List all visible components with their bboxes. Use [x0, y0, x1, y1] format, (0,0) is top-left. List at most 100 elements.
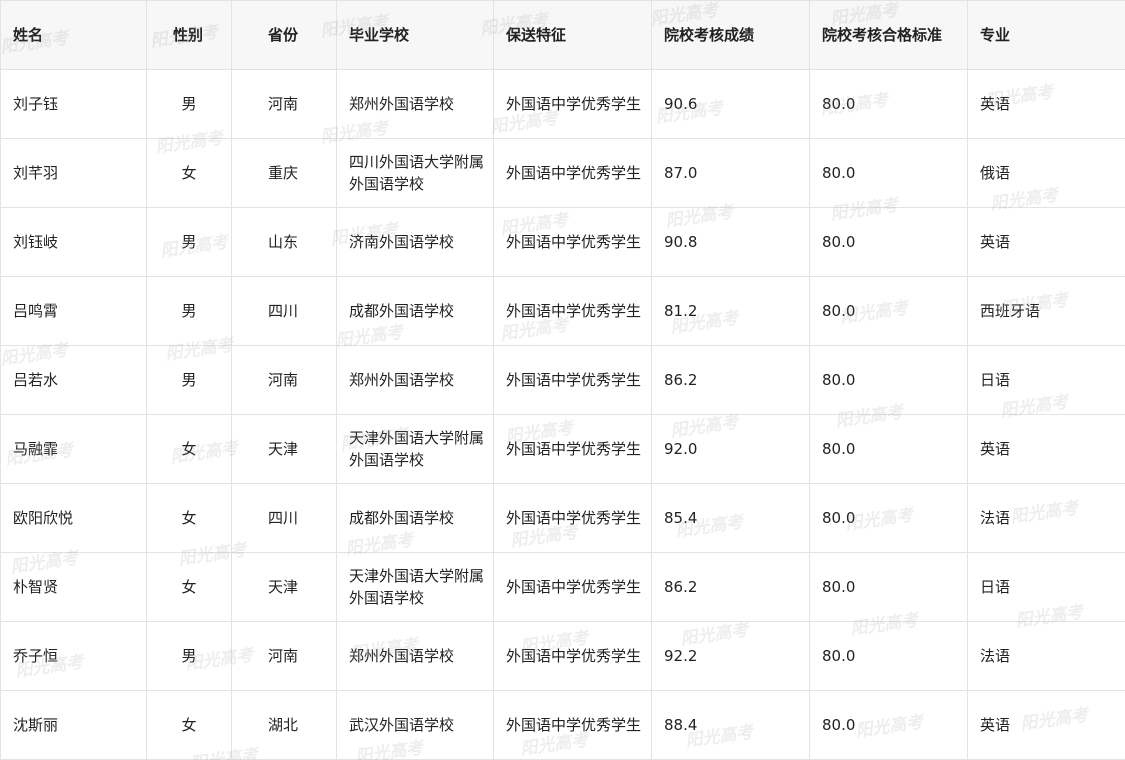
header-name: 姓名 [0, 0, 147, 70]
table-row: 吕若水男河南 郑州外国语学校 外国语中学优秀学生 86.2 80.0 日语 [0, 345, 1125, 415]
cell-feature: 外国语中学优秀学生 [493, 207, 652, 277]
header-major: 专业 [967, 0, 1125, 70]
cell-feature: 外国语中学优秀学生 [493, 69, 652, 139]
cell-name: 沈斯丽 [0, 690, 147, 760]
cell-gender: 女 [146, 483, 232, 553]
cell-feature: 外国语中学优秀学生 [493, 621, 652, 691]
cell-feature: 外国语中学优秀学生 [493, 138, 652, 208]
cell-province: 河南 [231, 345, 337, 415]
table-row: 吕鸣霄男四川 成都外国语学校 外国语中学优秀学生 81.2 80.0 西班牙语 [0, 276, 1125, 346]
cell-major: 法语 [967, 483, 1125, 553]
table-row: 朴智贤女天津 天津外国语大学附属外国语学校 外国语中学优秀学生 86.2 80.0 日语 [0, 552, 1125, 622]
cell-school: 天津外国语大学附属外国语学校 [336, 414, 494, 484]
cell-school: 四川外国语大学附属外国语学校 [336, 138, 494, 208]
cell-school: 郑州外国语学校 [336, 345, 494, 415]
header-gender: 性别 [146, 0, 232, 70]
cell-score: 86.2 [651, 552, 810, 622]
cell-pass-standard: 80.0 [809, 207, 968, 277]
cell-score: 88.4 [651, 690, 810, 760]
cell-school: 郑州外国语学校 [336, 621, 494, 691]
cell-province: 山东 [231, 207, 337, 277]
cell-score: 92.0 [651, 414, 810, 484]
cell-name: 朴智贤 [0, 552, 147, 622]
cell-score: 86.2 [651, 345, 810, 415]
cell-gender: 女 [146, 552, 232, 622]
header-pass-standard: 院校考核合格标准 [809, 0, 968, 70]
cell-school: 济南外国语学校 [336, 207, 494, 277]
cell-name: 乔子恒 [0, 621, 147, 691]
cell-name: 吕若水 [0, 345, 147, 415]
cell-name: 马融霏 [0, 414, 147, 484]
cell-feature: 外国语中学优秀学生 [493, 483, 652, 553]
table-row: 欧阳欣悦女四川 成都外国语学校 外国语中学优秀学生 85.4 80.0 法语 [0, 483, 1125, 553]
header-row: 姓名 性别 省份 毕业学校 保送特征 院校考核成绩 院校考核合格标准 专业 [0, 0, 1125, 70]
cell-province: 湖北 [231, 690, 337, 760]
cell-name: 吕鸣霄 [0, 276, 147, 346]
table-row: 刘钰岐男山东 济南外国语学校 外国语中学优秀学生 90.8 80.0 英语 [0, 207, 1125, 277]
cell-score: 87.0 [651, 138, 810, 208]
cell-gender: 男 [146, 207, 232, 277]
cell-province: 重庆 [231, 138, 337, 208]
cell-pass-standard: 80.0 [809, 621, 968, 691]
cell-major: 法语 [967, 621, 1125, 691]
cell-major: 英语 [967, 690, 1125, 760]
cell-pass-standard: 80.0 [809, 69, 968, 139]
cell-province: 天津 [231, 414, 337, 484]
cell-gender: 男 [146, 69, 232, 139]
cell-major: 西班牙语 [967, 276, 1125, 346]
cell-score: 90.8 [651, 207, 810, 277]
cell-pass-standard: 80.0 [809, 414, 968, 484]
cell-province: 四川 [231, 483, 337, 553]
cell-major: 英语 [967, 69, 1125, 139]
cell-pass-standard: 80.0 [809, 276, 968, 346]
table-row: 沈斯丽女湖北 武汉外国语学校 外国语中学优秀学生 88.4 80.0 英语 [0, 690, 1125, 760]
cell-school: 郑州外国语学校 [336, 69, 494, 139]
table-row: 刘子钰男河南 郑州外国语学校 外国语中学优秀学生 90.6 80.0 英语 [0, 69, 1125, 139]
cell-gender: 男 [146, 345, 232, 415]
table-row: 乔子恒男河南 郑州外国语学校 外国语中学优秀学生 92.2 80.0 法语 [0, 621, 1125, 691]
cell-gender: 男 [146, 276, 232, 346]
cell-major: 俄语 [967, 138, 1125, 208]
cell-gender: 女 [146, 138, 232, 208]
cell-score: 85.4 [651, 483, 810, 553]
cell-major: 日语 [967, 552, 1125, 622]
cell-feature: 外国语中学优秀学生 [493, 345, 652, 415]
cell-school: 成都外国语学校 [336, 483, 494, 553]
cell-major: 日语 [967, 345, 1125, 415]
admission-table: 姓名 性别 省份 毕业学校 保送特征 院校考核成绩 院校考核合格标准 专业 刘子… [0, 0, 1125, 760]
cell-province: 天津 [231, 552, 337, 622]
cell-name: 刘钰岐 [0, 207, 147, 277]
cell-score: 81.2 [651, 276, 810, 346]
cell-school: 天津外国语大学附属外国语学校 [336, 552, 494, 622]
cell-pass-standard: 80.0 [809, 138, 968, 208]
cell-score: 92.2 [651, 621, 810, 691]
cell-pass-standard: 80.0 [809, 552, 968, 622]
cell-feature: 外国语中学优秀学生 [493, 276, 652, 346]
cell-province: 河南 [231, 69, 337, 139]
cell-score: 90.6 [651, 69, 810, 139]
cell-major: 英语 [967, 414, 1125, 484]
cell-gender: 女 [146, 414, 232, 484]
header-score: 院校考核成绩 [651, 0, 810, 70]
cell-name: 欧阳欣悦 [0, 483, 147, 553]
cell-pass-standard: 80.0 [809, 483, 968, 553]
cell-feature: 外国语中学优秀学生 [493, 414, 652, 484]
cell-feature: 外国语中学优秀学生 [493, 690, 652, 760]
cell-province: 河南 [231, 621, 337, 691]
cell-school: 成都外国语学校 [336, 276, 494, 346]
cell-gender: 男 [146, 621, 232, 691]
cell-province: 四川 [231, 276, 337, 346]
cell-major: 英语 [967, 207, 1125, 277]
header-feature: 保送特征 [493, 0, 652, 70]
header-province: 省份 [231, 0, 337, 70]
table-row: 马融霏女天津 天津外国语大学附属外国语学校 外国语中学优秀学生 92.0 80.0 英语 [0, 414, 1125, 484]
cell-feature: 外国语中学优秀学生 [493, 552, 652, 622]
cell-pass-standard: 80.0 [809, 345, 968, 415]
table-row: 刘芊羽女重庆 四川外国语大学附属外国语学校 外国语中学优秀学生 87.0 80.0 俄语 [0, 138, 1125, 208]
cell-school: 武汉外国语学校 [336, 690, 494, 760]
cell-pass-standard: 80.0 [809, 690, 968, 760]
cell-gender: 女 [146, 690, 232, 760]
header-school: 毕业学校 [336, 0, 494, 70]
cell-name: 刘子钰 [0, 69, 147, 139]
cell-name: 刘芊羽 [0, 138, 147, 208]
